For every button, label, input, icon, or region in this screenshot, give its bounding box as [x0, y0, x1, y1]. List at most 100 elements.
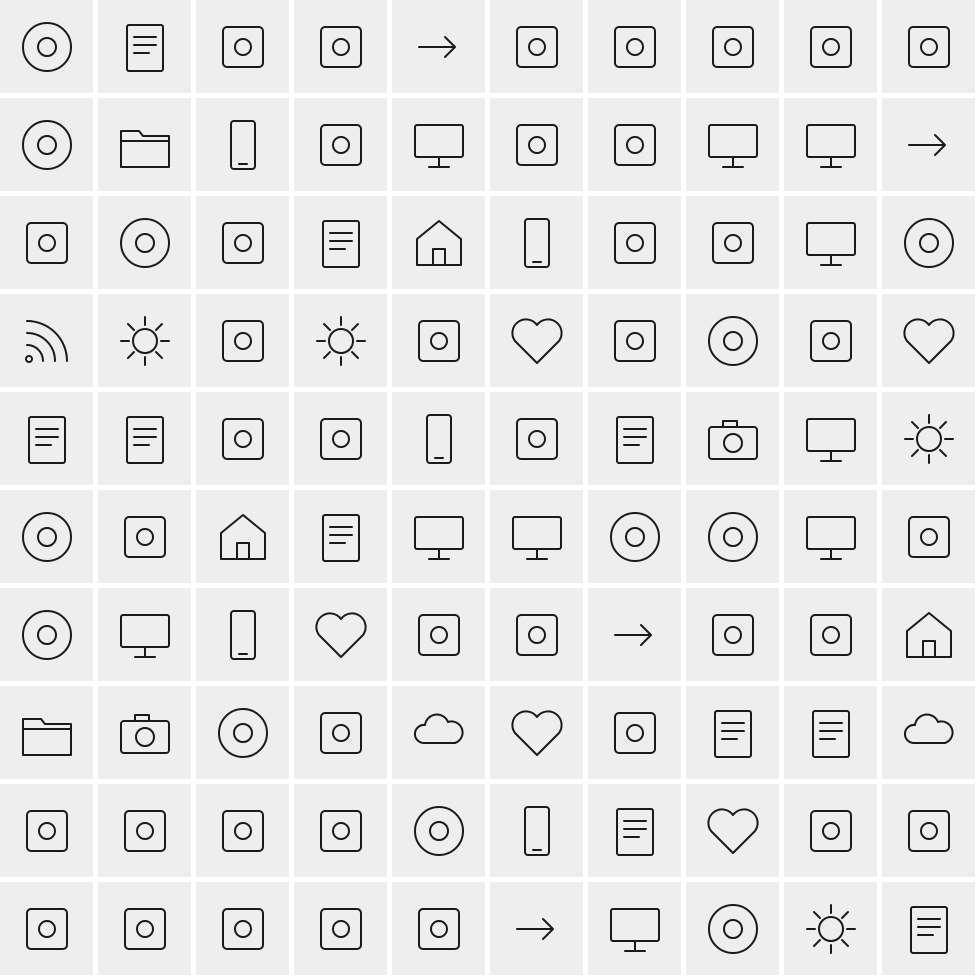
icon-cell[interactable] — [490, 882, 583, 975]
icon-cell[interactable] — [0, 882, 93, 975]
icon-cell[interactable] — [392, 784, 485, 877]
icon-cell[interactable] — [0, 294, 93, 387]
icon-cell[interactable] — [686, 686, 779, 779]
icon-cell[interactable] — [588, 784, 681, 877]
icon-cell[interactable] — [784, 294, 877, 387]
icon-cell[interactable] — [0, 98, 93, 191]
icon-cell[interactable] — [294, 686, 387, 779]
icon-cell[interactable] — [196, 0, 289, 93]
icon-cell[interactable] — [686, 98, 779, 191]
icon-cell[interactable] — [686, 588, 779, 681]
icon-cell[interactable] — [294, 294, 387, 387]
icon-cell[interactable] — [196, 784, 289, 877]
icon-cell[interactable] — [392, 686, 485, 779]
icon-cell[interactable] — [686, 294, 779, 387]
icon-cell[interactable] — [882, 196, 975, 289]
icon-cell[interactable] — [98, 784, 191, 877]
icon-cell[interactable] — [882, 392, 975, 485]
icon-cell[interactable] — [392, 98, 485, 191]
icon-cell[interactable] — [392, 294, 485, 387]
icon-cell[interactable] — [784, 98, 877, 191]
icon-cell[interactable] — [882, 490, 975, 583]
icon-cell[interactable] — [196, 588, 289, 681]
icon-cell[interactable] — [294, 98, 387, 191]
icon-cell[interactable] — [98, 294, 191, 387]
icon-cell[interactable] — [294, 588, 387, 681]
icon-cell[interactable] — [588, 196, 681, 289]
icon-cell[interactable] — [490, 196, 583, 289]
icon-cell[interactable] — [588, 588, 681, 681]
icon-cell[interactable] — [588, 686, 681, 779]
icon-cell[interactable] — [294, 784, 387, 877]
icon-cell[interactable] — [882, 882, 975, 975]
icon-cell[interactable] — [686, 882, 779, 975]
icon-cell[interactable] — [686, 784, 779, 877]
icon-cell[interactable] — [490, 588, 583, 681]
icon-cell[interactable] — [196, 392, 289, 485]
icon-cell[interactable] — [686, 490, 779, 583]
icon-cell[interactable] — [392, 490, 485, 583]
icon-cell[interactable] — [490, 98, 583, 191]
icon-cell[interactable] — [882, 588, 975, 681]
icon-cell[interactable] — [588, 0, 681, 93]
icon-cell[interactable] — [196, 882, 289, 975]
icon-cell[interactable] — [882, 784, 975, 877]
icon-cell[interactable] — [490, 294, 583, 387]
icon-cell[interactable] — [490, 392, 583, 485]
icon-cell[interactable] — [98, 196, 191, 289]
icon-cell[interactable] — [686, 392, 779, 485]
icon-cell[interactable] — [98, 0, 191, 93]
icon-cell[interactable] — [392, 196, 485, 289]
icon-cell[interactable] — [784, 196, 877, 289]
icon-cell[interactable] — [196, 294, 289, 387]
icon-cell[interactable] — [686, 0, 779, 93]
icon-cell[interactable] — [196, 196, 289, 289]
icon-cell[interactable] — [0, 686, 93, 779]
icon-cell[interactable] — [98, 588, 191, 681]
icon-cell[interactable] — [196, 98, 289, 191]
icon-cell[interactable] — [294, 0, 387, 93]
icon-cell[interactable] — [0, 588, 93, 681]
icon-cell[interactable] — [98, 490, 191, 583]
icon-cell[interactable] — [588, 294, 681, 387]
icon-cell[interactable] — [196, 686, 289, 779]
icon-cell[interactable] — [392, 392, 485, 485]
icon-cell[interactable] — [392, 882, 485, 975]
icon-cell[interactable] — [294, 490, 387, 583]
icon-cell[interactable] — [294, 882, 387, 975]
icon-cell[interactable] — [98, 392, 191, 485]
icon-cell[interactable] — [98, 98, 191, 191]
icon-cell[interactable] — [784, 490, 877, 583]
icon-cell[interactable] — [784, 882, 877, 975]
icon-cell[interactable] — [0, 784, 93, 877]
icon-cell[interactable] — [588, 490, 681, 583]
icon-cell[interactable] — [784, 392, 877, 485]
icon-cell[interactable] — [490, 0, 583, 93]
icon-cell[interactable] — [392, 588, 485, 681]
icon-cell[interactable] — [588, 882, 681, 975]
icon-cell[interactable] — [294, 196, 387, 289]
icon-cell[interactable] — [784, 784, 877, 877]
icon-cell[interactable] — [490, 490, 583, 583]
icon-cell[interactable] — [294, 392, 387, 485]
icon-cell[interactable] — [98, 882, 191, 975]
icon-cell[interactable] — [784, 686, 877, 779]
icon-cell[interactable] — [196, 490, 289, 583]
icon-cell[interactable] — [0, 490, 93, 583]
icon-cell[interactable] — [784, 588, 877, 681]
icon-cell[interactable] — [882, 686, 975, 779]
icon-cell[interactable] — [0, 392, 93, 485]
icon-cell[interactable] — [490, 686, 583, 779]
icon-cell[interactable] — [882, 0, 975, 93]
icon-cell[interactable] — [588, 98, 681, 191]
icon-cell[interactable] — [784, 0, 877, 93]
icon-cell[interactable] — [392, 0, 485, 93]
icon-cell[interactable] — [0, 0, 93, 93]
icon-cell[interactable] — [882, 294, 975, 387]
icon-cell[interactable] — [0, 196, 93, 289]
icon-cell[interactable] — [490, 784, 583, 877]
icon-cell[interactable] — [588, 392, 681, 485]
icon-cell[interactable] — [98, 686, 191, 779]
icon-cell[interactable] — [882, 98, 975, 191]
icon-cell[interactable] — [686, 196, 779, 289]
